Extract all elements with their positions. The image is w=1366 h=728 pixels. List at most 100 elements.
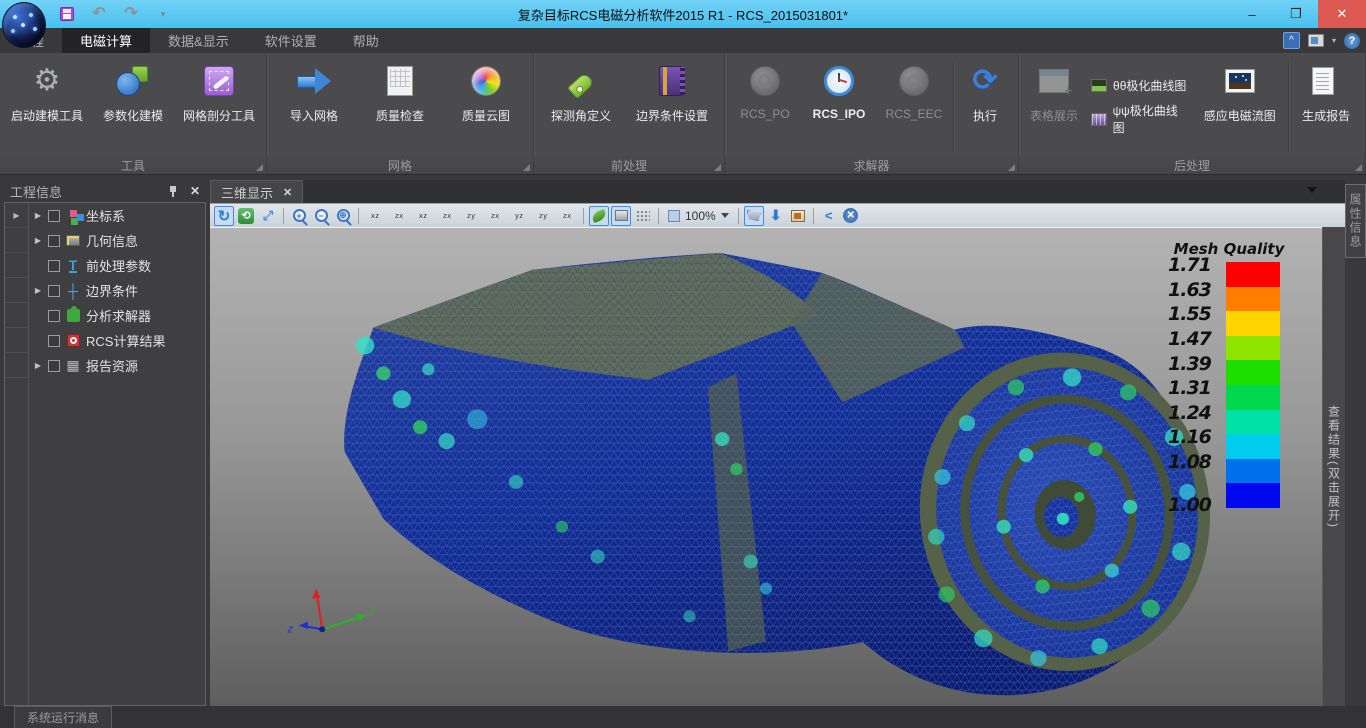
quick-access-more-button[interactable]: ▾: [154, 5, 172, 23]
tree-item-analysis-solver[interactable]: 分析求解器: [29, 303, 205, 328]
tab-data-display[interactable]: 数据&显示: [150, 28, 247, 53]
expand-icon[interactable]: ▶: [33, 236, 43, 245]
orbit-button[interactable]: ⟲: [236, 206, 256, 226]
induced-current-map-button[interactable]: 感应电磁流图: [1193, 57, 1286, 156]
tab-em-computation[interactable]: 电磁计算: [62, 28, 150, 53]
group-label-preprocess: 前处理: [611, 157, 647, 174]
psi-polarization-curve-button[interactable]: ψψ极化曲线图: [1091, 102, 1187, 136]
capture-window-button[interactable]: [788, 206, 808, 226]
boundary-settings-button[interactable]: 边界条件设置: [624, 57, 720, 156]
tree-item-geometry-info[interactable]: ▶ 几何信息: [29, 228, 205, 253]
save-view-button[interactable]: ⬇: [766, 206, 786, 226]
theta-polarization-curve-button[interactable]: θθ极化曲线图: [1091, 77, 1187, 94]
quality-check-button[interactable]: 质量检查: [357, 57, 443, 156]
panel-close-icon[interactable]: ✕: [190, 184, 200, 198]
legend-swatch: [1226, 262, 1280, 287]
property-info-tab[interactable]: 属性信息: [1345, 184, 1366, 258]
checkbox[interactable]: [48, 310, 60, 322]
view-preset-6-button[interactable]: zx: [484, 206, 506, 226]
system-message-tab[interactable]: 系统运行消息: [14, 706, 112, 728]
pan-button[interactable]: ⤢: [258, 206, 278, 226]
shaded-view-button[interactable]: [589, 206, 609, 226]
checkbox[interactable]: [48, 260, 60, 272]
close-button[interactable]: ✕: [1318, 0, 1366, 28]
surface-icon: [615, 210, 628, 221]
tab-software-settings[interactable]: 软件设置: [247, 28, 335, 53]
mesh-partition-tool-button[interactable]: 网格剖分工具: [176, 57, 262, 156]
dialog-launcher-icon[interactable]: [256, 164, 263, 171]
tab-close-icon[interactable]: ✕: [283, 186, 292, 199]
zoom-in-button[interactable]: +: [289, 206, 309, 226]
theta-curve-icon: [1091, 79, 1107, 92]
dialog-launcher-icon[interactable]: [1008, 164, 1015, 171]
tab-3d-display[interactable]: 三维显示 ✕: [210, 180, 303, 203]
undo-button[interactable]: ↶: [90, 5, 108, 23]
expand-icon[interactable]: ▶: [33, 286, 43, 295]
expand-icon[interactable]: ▶: [33, 211, 43, 220]
legend-swatch: [1226, 287, 1280, 312]
view-preset-8-button[interactable]: zy: [532, 206, 554, 226]
message-tab-row: 系统运行消息: [0, 706, 1366, 728]
checkbox[interactable]: [48, 360, 60, 372]
view-preset-1-button[interactable]: xz: [364, 206, 386, 226]
checkbox[interactable]: [48, 210, 60, 222]
tree-item-preprocess-params[interactable]: T 前处理参数: [29, 253, 205, 278]
probe-angle-button[interactable]: 探测角定义: [538, 57, 624, 156]
pin-icon[interactable]: [168, 186, 178, 196]
viewport-toolbar: ↻ ⟲ ⤢ + − ⊕ xz zx xz zx zy zx yz zy zx 1…: [210, 203, 1345, 227]
tab-help[interactable]: 帮助: [335, 28, 397, 53]
redo-button[interactable]: ↷: [122, 5, 140, 23]
collapse-ribbon-button[interactable]: ^: [1283, 32, 1300, 49]
display-mode-icon[interactable]: [1308, 34, 1324, 47]
toolbar-overflow-icon[interactable]: [1307, 187, 1317, 193]
view-preset-4-button[interactable]: zx: [436, 206, 458, 226]
points-icon: [636, 210, 650, 222]
zoom-level-select[interactable]: 100%: [664, 206, 733, 226]
minimize-button[interactable]: –: [1230, 0, 1274, 28]
launch-modeler-button[interactable]: ⚙ 启动建模工具: [4, 57, 90, 156]
checkbox[interactable]: [48, 235, 60, 247]
tree-item-coordinate-system[interactable]: ▶ 坐标系: [29, 203, 205, 228]
points-view-button[interactable]: [633, 206, 653, 226]
view-preset-2-button[interactable]: zx: [388, 206, 410, 226]
restore-button[interactable]: ❐: [1274, 0, 1318, 28]
zoom-out-button[interactable]: −: [311, 206, 331, 226]
legend-swatch: [1226, 360, 1280, 385]
render-canvas[interactable]: y z Mesh Quality 1.71 1.63 1.55 1.47 1.3…: [210, 227, 1322, 706]
dialog-launcher-icon[interactable]: [1355, 164, 1362, 171]
parametric-modeling-button[interactable]: 参数化建模: [90, 57, 176, 156]
results-collapsed-tab[interactable]: 查看结果(双击展开): [1322, 227, 1345, 706]
help-button[interactable]: ?: [1344, 33, 1360, 49]
zoom-fit-button[interactable]: ⊕: [333, 206, 353, 226]
quality-contour-button[interactable]: 质量云图: [443, 57, 529, 156]
checkbox[interactable]: [48, 285, 60, 297]
surface-view-button[interactable]: [611, 206, 631, 226]
close-view-button[interactable]: ✕: [841, 206, 861, 226]
view-preset-9-button[interactable]: zx: [556, 206, 578, 226]
checkbox[interactable]: [48, 335, 60, 347]
app-logo-icon[interactable]: [2, 2, 46, 48]
picture-icon: [1225, 69, 1255, 93]
generate-report-button[interactable]: 生成报告: [1291, 57, 1361, 156]
display-mode-dropdown[interactable]: ▾: [1332, 36, 1336, 45]
view-preset-3-button[interactable]: xz: [412, 206, 434, 226]
legend-swatch: [1226, 483, 1280, 508]
ribbon-group-preprocess: 探测角定义 边界条件设置 前处理: [534, 53, 725, 174]
rotate-button[interactable]: ↻: [214, 206, 234, 226]
import-mesh-button[interactable]: 导入网格: [271, 57, 357, 156]
mesh-model: y z: [210, 228, 1322, 706]
rcs-ipo-button[interactable]: RCS_IPO: [801, 57, 877, 156]
share-button[interactable]: <: [819, 206, 839, 226]
region-select-button[interactable]: [744, 206, 764, 226]
grid-sheet-icon: [387, 66, 413, 96]
tree-item-boundary-conditions[interactable]: ▶ ┼ 边界条件: [29, 278, 205, 303]
execute-button[interactable]: ⟳ 执行: [956, 57, 1014, 156]
dialog-launcher-icon[interactable]: [714, 164, 721, 171]
tree-item-report-resources[interactable]: ▶ ▦ 报告资源: [29, 353, 205, 378]
view-preset-7-button[interactable]: yz: [508, 206, 530, 226]
view-preset-5-button[interactable]: zy: [460, 206, 482, 226]
save-button[interactable]: [58, 5, 76, 23]
dialog-launcher-icon[interactable]: [523, 164, 530, 171]
expand-icon[interactable]: ▶: [33, 361, 43, 370]
tree-item-rcs-results[interactable]: RCS计算结果: [29, 328, 205, 353]
